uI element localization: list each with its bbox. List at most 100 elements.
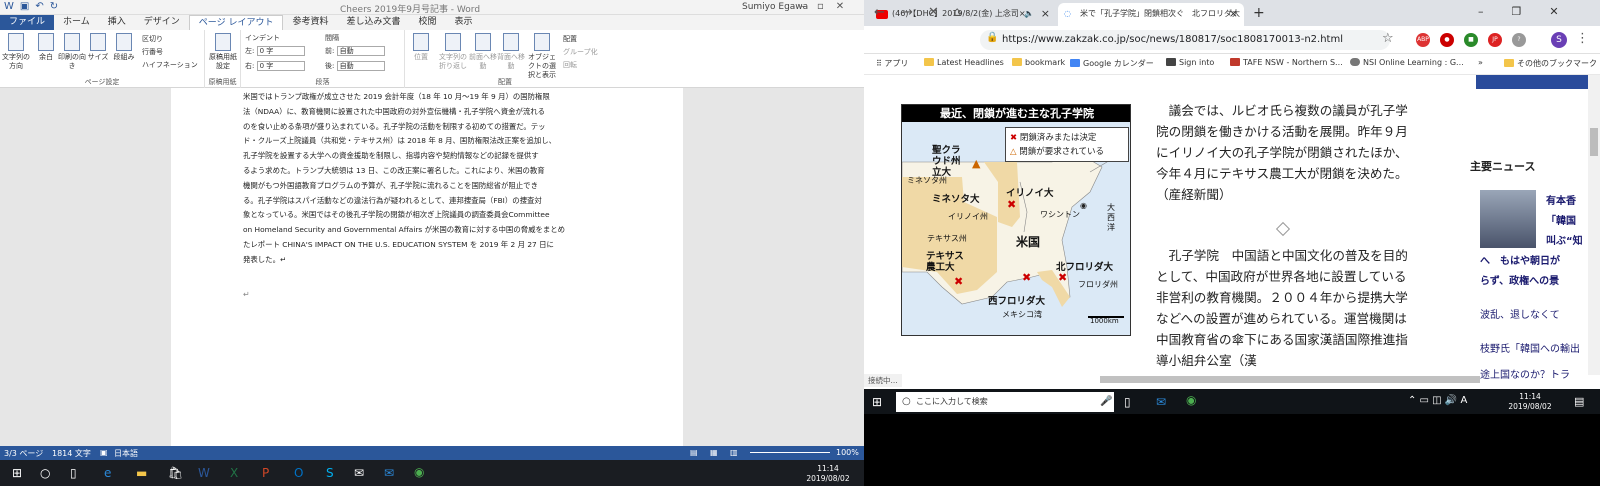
bookmark-folder[interactable]: bookmark [1012,58,1065,67]
page-count[interactable]: 3/3 ページ [4,448,43,459]
close-icon[interactable]: ✕ [836,1,844,12]
bookmark-google-calendar[interactable]: Google カレンダー [1070,58,1154,69]
word-app-icon[interactable]: W [198,466,210,480]
language-indicator[interactable]: 日本語 [114,448,138,459]
read-mode-icon[interactable]: ▤ [690,448,698,457]
page-scrollbar[interactable] [1588,75,1600,375]
bring-forward-button[interactable]: 前面へ移動 [469,33,497,71]
undo-icon[interactable]: ↶ [35,1,43,12]
taskbar-search-input[interactable]: ここに入力して検索 [896,392,1114,412]
size-button[interactable]: サイズ [84,33,112,62]
close-tab-icon[interactable]: × [1229,3,1238,25]
columns-button[interactable]: 段組み [110,33,138,62]
tab-references[interactable]: 参考資料 [283,15,337,30]
rotate-button[interactable]: 回転 [563,60,577,70]
notification-icon[interactable]: ▤ [1574,395,1584,408]
news-link[interactable]: 「韓国 [1546,212,1576,227]
stop-icon[interactable]: ✕ [928,5,939,20]
tab-file[interactable]: ファイル [0,15,55,30]
outlook-icon[interactable]: ✉ [1156,395,1166,409]
bookmark-nsi[interactable]: NSI Online Learning : G... [1350,58,1464,67]
minimize-icon[interactable]: – [800,1,805,12]
new-tab-icon[interactable]: + [1253,5,1265,21]
bookmark-star-icon[interactable]: ☆ [1382,31,1394,46]
sidebar-banner[interactable] [1476,75,1600,89]
news-link[interactable]: 波乱、退しなくて [1480,306,1560,321]
minimize-icon[interactable]: – [1478,5,1484,18]
news-link[interactable]: 途上国なのか？トラ [1480,366,1570,381]
restore-icon[interactable]: ▫ [817,1,824,12]
bookmark-tafe[interactable]: TAFE NSW - Northern S... [1230,58,1343,67]
explorer-icon[interactable]: ▬ [136,466,147,480]
outlook-app-icon[interactable]: O [294,466,303,480]
cortana-icon[interactable]: ○ [40,466,50,480]
windows-start-icon[interactable]: ⊞ [12,466,22,480]
chrome-icon[interactable]: ◉ [1186,393,1196,407]
hyphenation-button[interactable]: ハイフネーション [142,60,198,70]
edge-icon[interactable]: e [104,466,111,480]
indent-left-input[interactable]: 0 字 [256,46,305,56]
group-button[interactable]: グループ化 [563,47,598,57]
genko-settings-button[interactable]: 原稿用紙設定 [209,33,237,71]
tab-mailings[interactable]: 差し込み文書 [337,15,409,30]
word-count[interactable]: 1814 文字 [52,448,91,459]
browser-tab-youtube[interactable]: (46)【DHC】2019/8/2(金) 上念司× 🔈 × [870,3,1056,26]
news-link[interactable]: へ もはや朝日が [1480,252,1560,267]
more-bookmarks-icon[interactable]: » [1478,58,1483,67]
address-bar[interactable]: https://www.zakzak.co.jp/soc/news/180817… [980,30,1390,50]
tab-page-layout[interactable]: ページ レイアウト [188,15,284,30]
store-icon[interactable]: 🛍 [168,466,183,480]
spacing-after-input[interactable]: 自動 [336,61,385,71]
bookmark-latest-headlines[interactable]: Latest Headlines [924,58,1004,67]
margins-button[interactable]: 余白 [32,33,60,62]
mail-icon[interactable]: ✉ [354,466,364,480]
redo-icon[interactable]: ↻ [50,1,58,12]
forward-icon[interactable]: → [902,5,913,20]
task-view-icon[interactable]: ▯ [70,466,77,480]
proofing-icon[interactable]: ▣ [100,448,108,457]
zoom-level[interactable]: 100% [836,448,859,457]
taskbar-clock-left[interactable]: 11:14 2019/08/02 [796,464,860,484]
system-tray-icons[interactable]: ⌃ ▭ ◫ 🔊 A [1408,395,1467,406]
home-icon[interactable]: ⌂ [953,5,961,20]
zoom-slider[interactable] [750,452,830,453]
taskbar-clock-right[interactable]: 11:14 2019/08/02 [1500,392,1560,412]
extension-icon[interactable]: ? [1512,33,1526,47]
profile-avatar[interactable]: S [1551,32,1567,48]
print-layout-icon[interactable]: ▦ [710,448,718,457]
task-view-icon[interactable]: ▯ [1124,395,1131,409]
news-thumbnail[interactable] [1480,190,1536,248]
skype-icon[interactable]: S [326,466,334,480]
tab-review[interactable]: 校閲 [410,15,446,30]
close-icon[interactable]: ✕ [1549,5,1558,18]
extension-icon[interactable]: ● [1440,33,1454,47]
selection-pane-button[interactable]: オブジェクトの選択と表示 [525,33,559,80]
mute-icon[interactable]: 🔈 [1024,3,1034,25]
tab-design[interactable]: デザイン [135,15,189,30]
spacing-before-input[interactable]: 自動 [336,46,385,56]
extension-icon[interactable]: JP [1488,33,1502,47]
news-link[interactable]: 有本香 [1546,192,1576,207]
wrap-text-button[interactable]: 文字列の折り返し [437,33,469,71]
breaks-button[interactable]: 区切り [142,34,163,44]
excel-app-icon[interactable]: X [230,466,238,480]
restore-icon[interactable]: ❐ [1512,5,1522,18]
extension-icon[interactable]: ■ [1464,33,1478,47]
tab-home[interactable]: ホーム [54,15,99,30]
align-button[interactable]: 配置 [563,34,577,44]
lock-icon[interactable]: 🔒 [986,32,998,43]
text-direction-button[interactable]: 文字列の方向 [2,33,30,71]
bookmark-other[interactable]: その他のブックマーク [1504,58,1597,69]
bookmark-apps[interactable]: ⠿ アプリ [876,58,908,69]
tab-insert[interactable]: 挿入 [99,15,135,30]
windows-start-icon[interactable]: ⊞ [872,395,882,409]
news-link[interactable]: 枝野氏「韓国への輸出 [1480,340,1580,355]
position-button[interactable]: 位置 [407,33,435,62]
microphone-icon[interactable]: 🎤 [1100,396,1112,407]
line-numbers-button[interactable]: 行番号 [142,47,163,57]
back-icon[interactable]: ← [874,5,885,20]
bookmark-sign-into[interactable]: Sign into [1166,58,1214,67]
tab-view[interactable]: 表示 [446,15,482,30]
send-backward-button[interactable]: 背面へ移動 [497,33,525,71]
close-tab-icon[interactable]: × [1041,3,1050,25]
